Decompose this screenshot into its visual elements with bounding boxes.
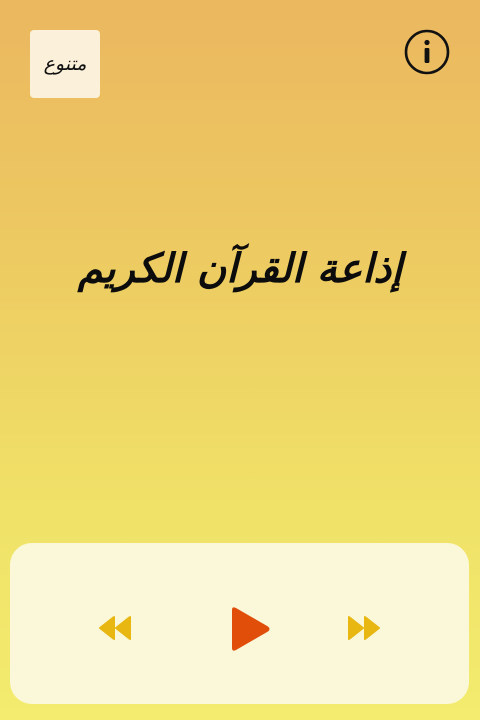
info-circle-icon (404, 29, 450, 75)
info-button[interactable] (404, 29, 450, 75)
play-icon[interactable] (220, 606, 272, 652)
radio-app-screen: متنوع إذاعة القرآن الكريم (0, 0, 480, 720)
fast-forward-icon[interactable] (348, 616, 380, 640)
category-button[interactable]: متنوع (30, 30, 100, 98)
player-controls-panel (10, 543, 469, 704)
rewind-icon[interactable] (99, 616, 131, 640)
station-title: إذاعة القرآن الكريم (77, 245, 403, 292)
category-label: متنوع (43, 53, 87, 75)
